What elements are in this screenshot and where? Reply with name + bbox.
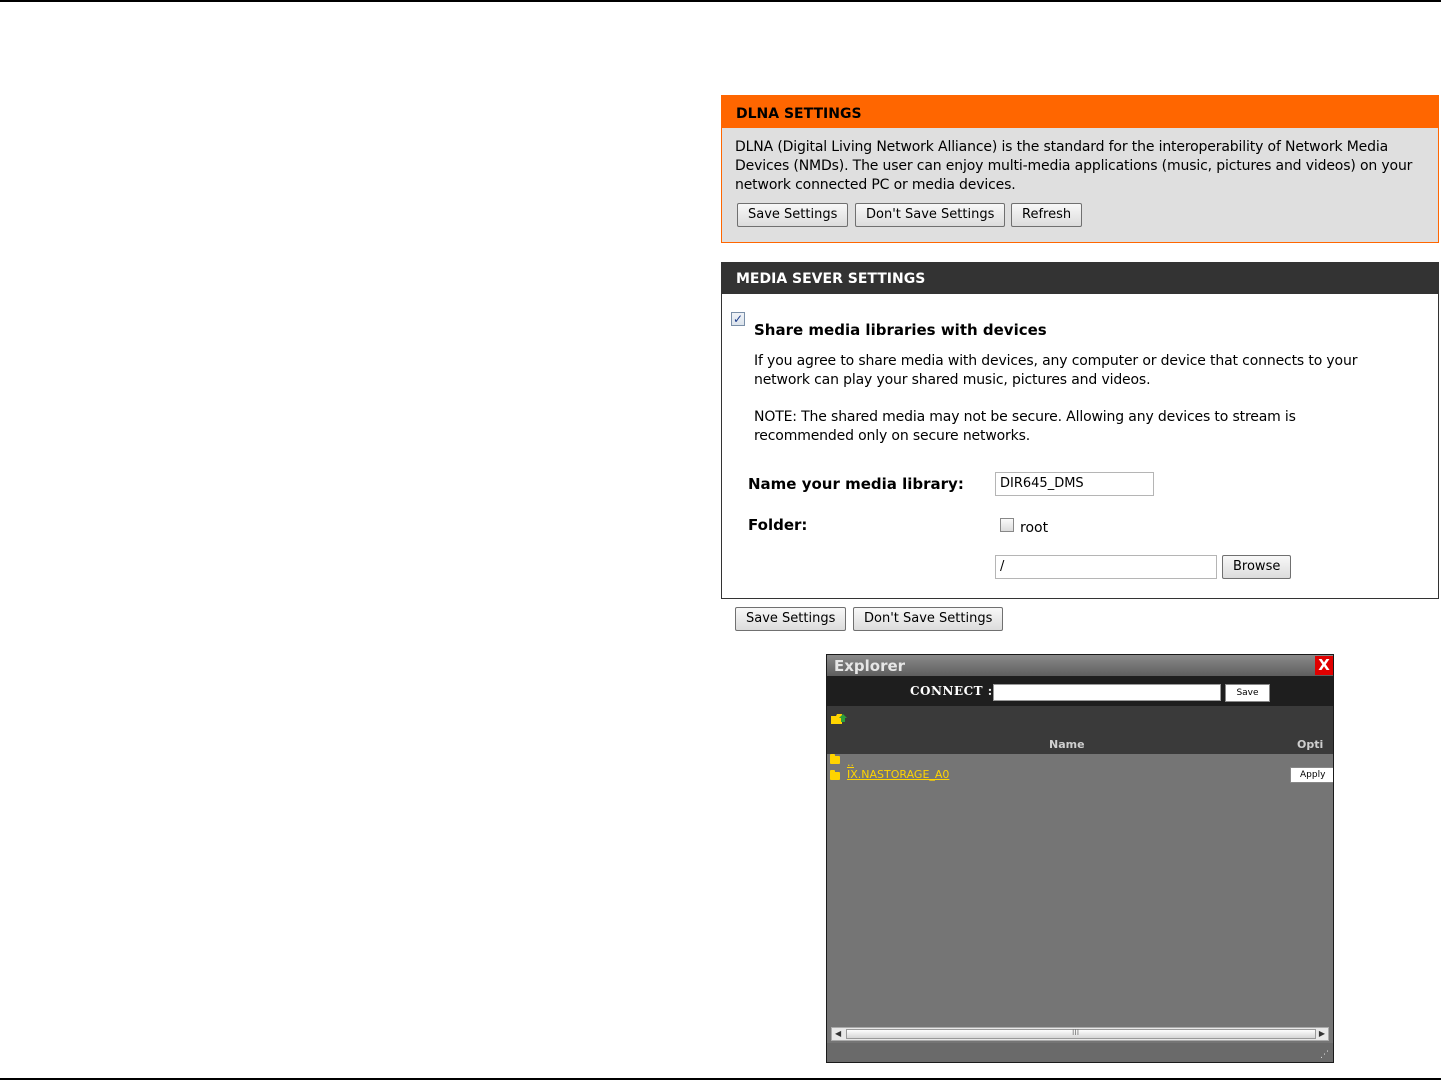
media-library-name-input[interactable]: DIR645_DMS: [995, 472, 1154, 496]
scrollbar-thumb[interactable]: III: [846, 1028, 1316, 1039]
scroll-left-icon[interactable]: ◀: [835, 1028, 841, 1040]
explorer-title: Explorer: [834, 657, 906, 675]
folder-label: Folder:: [748, 516, 808, 534]
browse-button[interactable]: Browse: [1222, 555, 1292, 579]
folder-icon: [830, 754, 840, 764]
folder-up-icon[interactable]: [830, 712, 848, 726]
folder-link[interactable]: IX.NASTORAGE_A0: [847, 768, 949, 781]
folder-icon: [830, 770, 840, 780]
close-icon[interactable]: X: [1315, 656, 1333, 675]
explorer-status-bar: ⋰: [827, 1043, 1333, 1062]
folder-path-input[interactable]: /: [995, 555, 1217, 579]
connect-label: CONNECT :: [910, 684, 993, 698]
dlna-dont-save-settings-button[interactable]: Don't Save Settings: [855, 203, 1006, 227]
share-media-label: Share media libraries with devices: [754, 321, 1047, 339]
dont-save-settings-button[interactable]: Don't Save Settings: [853, 607, 1004, 631]
scroll-right-icon[interactable]: ▶: [1319, 1028, 1325, 1040]
share-media-description: If you agree to share media with devices…: [754, 353, 1358, 388]
media-server-settings-panel: MEDIA SEVER SETTINGS ✓ Share media libra…: [721, 262, 1439, 599]
share-media-checkbox[interactable]: ✓: [731, 312, 745, 326]
explorer-title-bar: Explorer X: [827, 655, 1333, 676]
horizontal-scrollbar[interactable]: ◀ III ▶: [831, 1027, 1329, 1041]
connect-bar: CONNECT : Save: [827, 676, 1333, 706]
resize-grip-icon[interactable]: ⋰: [1320, 1050, 1329, 1060]
file-list-header: Name Opti: [827, 734, 1333, 754]
media-server-settings-title: MEDIA SEVER SETTINGS: [736, 271, 926, 287]
name-column-header[interactable]: Name: [1049, 738, 1085, 751]
root-label: root: [1020, 520, 1049, 536]
top-rule: [0, 0, 1441, 2]
connect-input[interactable]: [993, 684, 1221, 701]
security-note: NOTE: The shared media may not be secure…: [754, 409, 1296, 444]
option-column-header[interactable]: Opti: [1297, 738, 1323, 751]
root-checkbox[interactable]: [1000, 518, 1014, 532]
scroll-grip: III: [1072, 1028, 1080, 1037]
bottom-rule: [0, 1078, 1441, 1080]
apply-button[interactable]: Apply: [1290, 767, 1333, 783]
refresh-button[interactable]: Refresh: [1011, 203, 1083, 227]
explorer-window: Explorer X CONNECT : Save Name Opti .. I…: [826, 654, 1334, 1063]
explorer-toolbar: [827, 706, 1333, 734]
media-library-name-label: Name your media library:: [748, 475, 964, 493]
connect-save-button[interactable]: Save: [1225, 684, 1270, 702]
dlna-settings-panel: DLNA SETTINGS DLNA (Digital Living Netwo…: [721, 95, 1439, 243]
dlna-save-settings-button[interactable]: Save Settings: [737, 203, 849, 227]
dlna-description: DLNA (Digital Living Network Alliance) i…: [735, 139, 1413, 193]
dlna-settings-title: DLNA SETTINGS: [736, 106, 862, 122]
save-settings-button[interactable]: Save Settings: [735, 607, 847, 631]
